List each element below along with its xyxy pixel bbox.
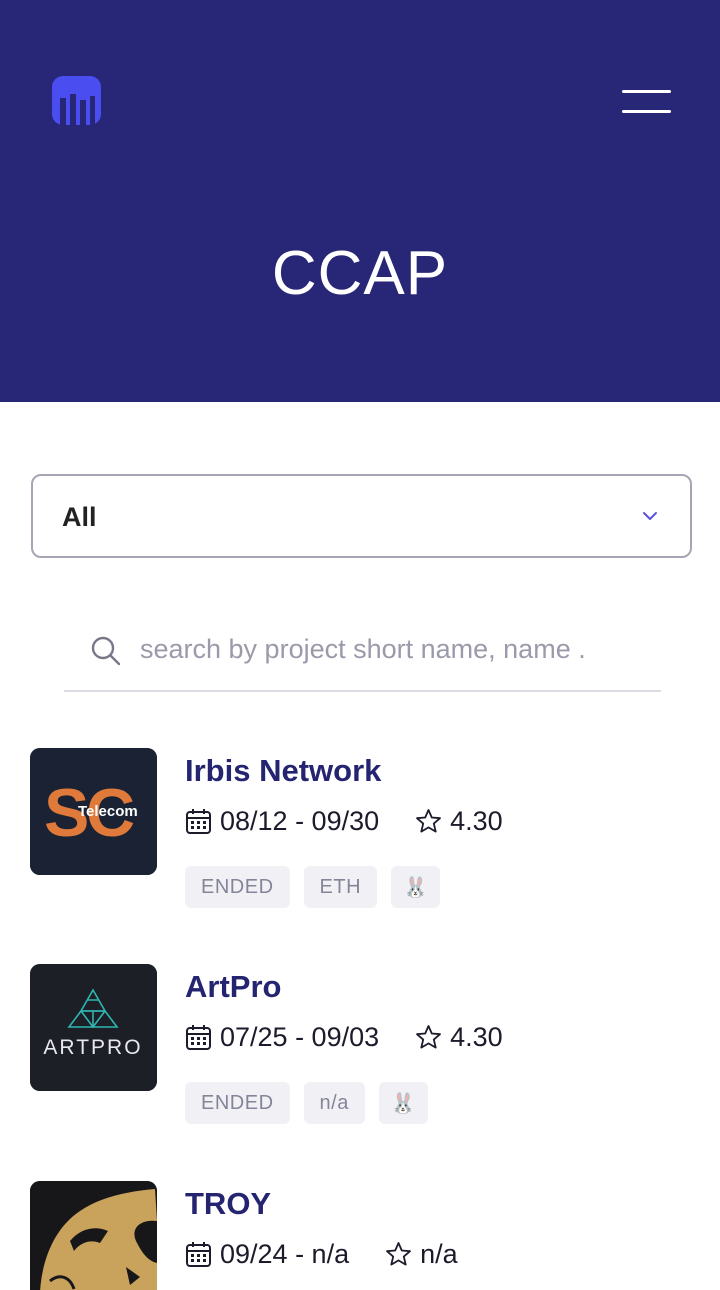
project-meta: 08/12 - 09/30 4.30 xyxy=(185,804,503,838)
logo-text: ARTPRO xyxy=(43,1036,142,1059)
rabbit-badge: 🐰 xyxy=(378,1082,429,1124)
project-dates: 09/24 - n/a xyxy=(220,1238,350,1269)
status-badge: ENDED xyxy=(185,866,290,908)
project-tags: ENDED ETH 🐰 xyxy=(185,866,454,908)
project-item-artpro[interactable]: ARTPRO ArtPro 07/25 - 09/03 4.30 ENDED n… xyxy=(30,964,690,1134)
star-icon xyxy=(416,1024,442,1048)
project-item-irbis-network[interactable]: S C Telecom Irbis Network 08/12 - 09/30 … xyxy=(30,748,690,918)
calendar-icon xyxy=(186,808,211,834)
header: CCAP xyxy=(0,0,720,402)
project-dates: 07/25 - 09/03 xyxy=(220,1021,380,1052)
project-meta: 07/25 - 09/03 4.30 xyxy=(185,1020,503,1054)
network-badge: n/a xyxy=(303,1082,365,1124)
filter-selected-value: All xyxy=(62,502,97,532)
star-icon xyxy=(386,1241,411,1265)
project-dates: 08/12 - 09/30 xyxy=(220,805,380,836)
project-name[interactable]: TROY xyxy=(185,1186,271,1222)
rabbit-badge: 🐰 xyxy=(391,866,441,908)
project-rating: 4.30 xyxy=(450,805,503,836)
network-badge: ETH xyxy=(303,866,378,908)
project-logo: ARTPRO xyxy=(30,964,157,1091)
project-meta: 09/24 - n/a n/a xyxy=(185,1237,458,1271)
star-icon xyxy=(416,808,442,832)
project-logo: S C Telecom xyxy=(30,748,157,875)
project-item-troy[interactable]: TROY 09/24 - n/a n/a xyxy=(30,1181,690,1290)
bar-chart-logo-icon[interactable] xyxy=(52,76,101,125)
project-name[interactable]: ArtPro xyxy=(185,969,281,1005)
search-icon xyxy=(91,636,121,666)
search-input[interactable] xyxy=(140,628,640,670)
chevron-down-icon xyxy=(643,512,657,520)
hamburger-menu-icon[interactable] xyxy=(622,90,671,114)
status-badge: ENDED xyxy=(185,1082,290,1124)
page-title: CCAP xyxy=(271,239,449,308)
project-name[interactable]: Irbis Network xyxy=(185,753,381,789)
project-tags: ENDED n/a 🐰 xyxy=(185,1082,442,1124)
calendar-icon xyxy=(186,1241,211,1267)
project-logo xyxy=(30,1181,157,1290)
logo-text: Telecom xyxy=(78,803,138,820)
project-rating: n/a xyxy=(420,1238,458,1269)
status-filter-select[interactable]: All xyxy=(31,474,692,558)
main-content: All S C Telecom Irbis Network xyxy=(0,402,720,1290)
search-bar xyxy=(64,620,661,692)
project-rating: 4.30 xyxy=(450,1021,503,1052)
calendar-icon xyxy=(186,1024,211,1050)
